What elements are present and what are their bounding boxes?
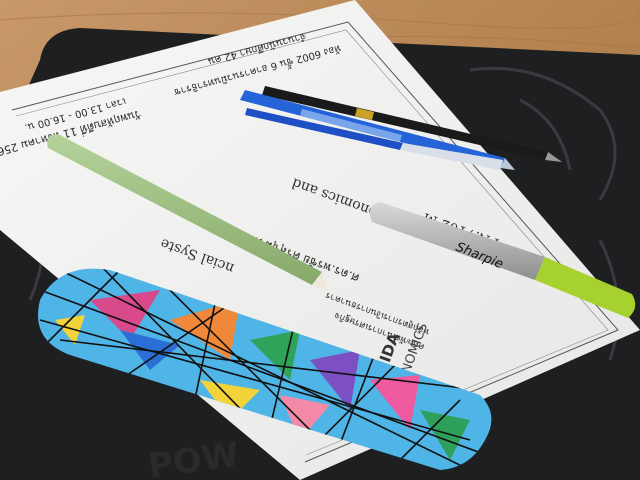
desk-photo: POW วันพฤหัสบดีที่ 11 สิงหาคม 2565 เวลา … — [0, 0, 640, 480]
